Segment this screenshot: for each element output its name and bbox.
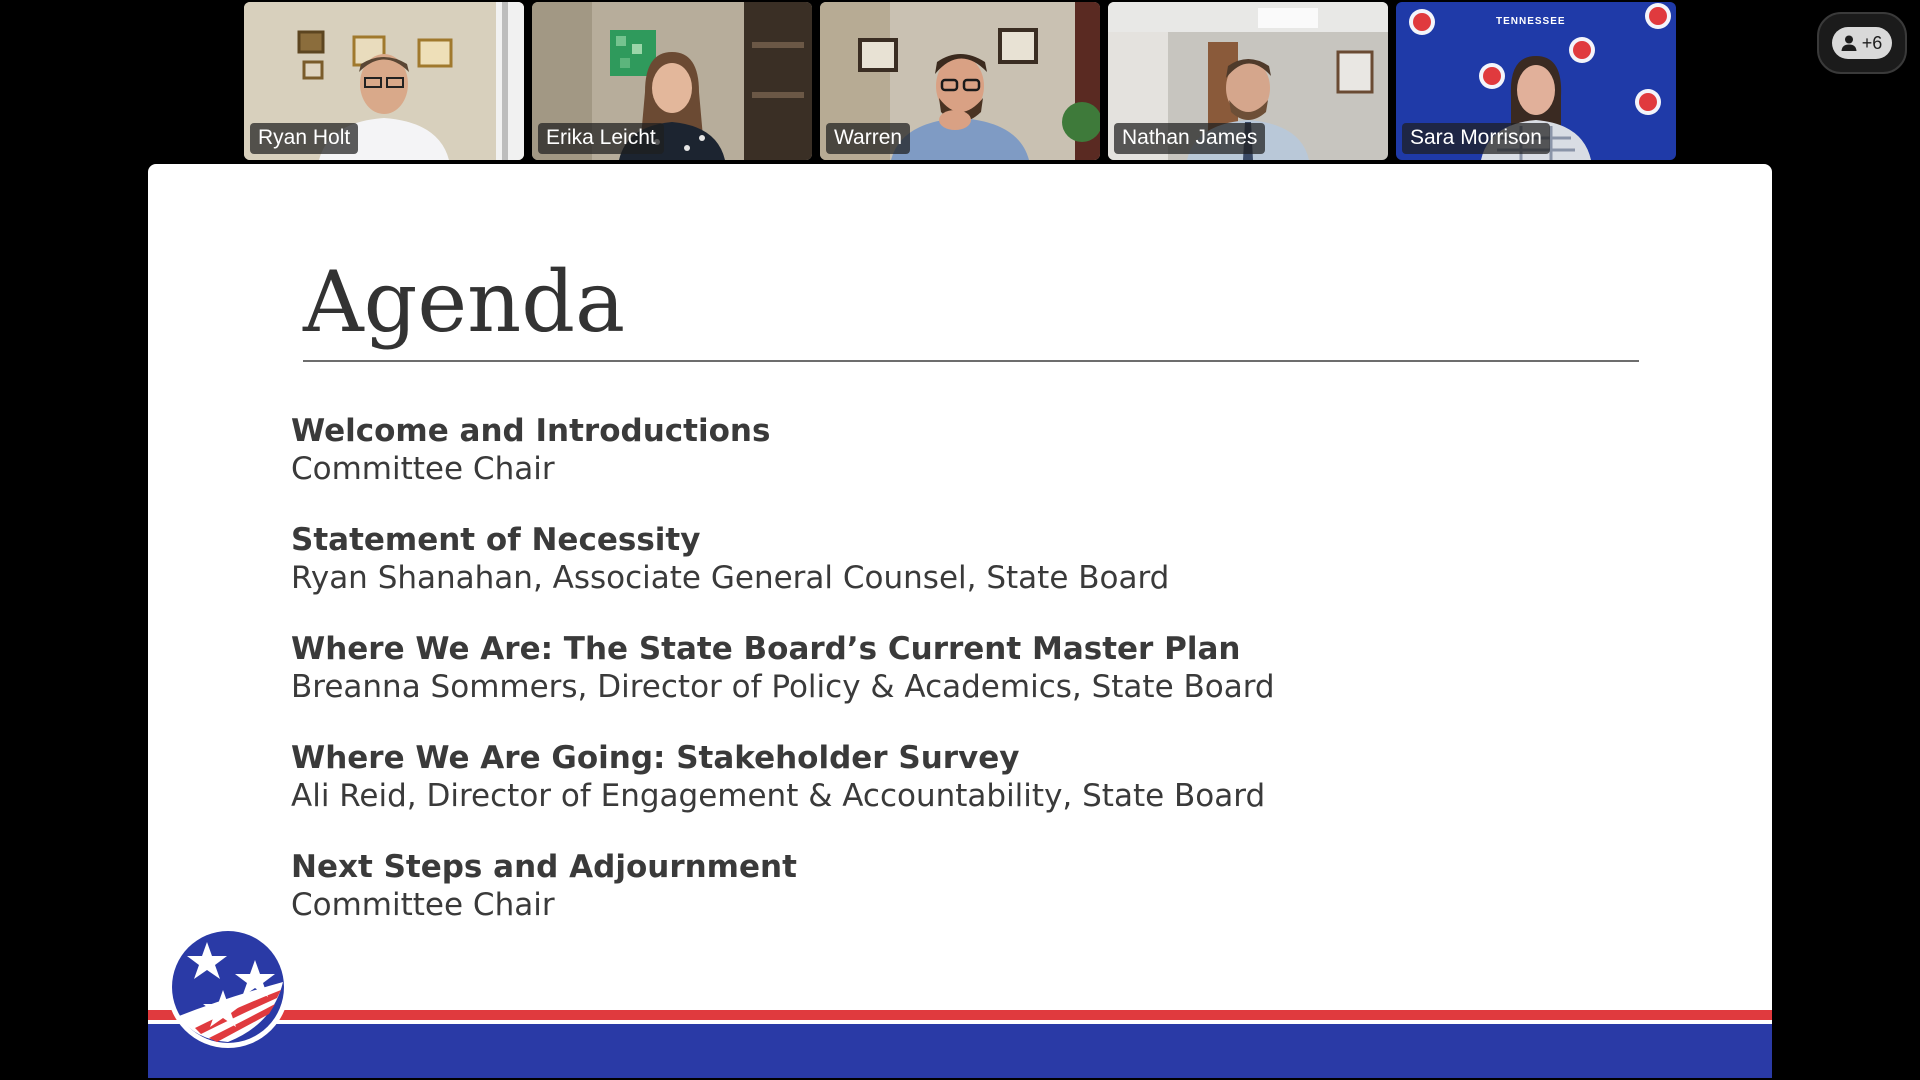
more-participants-count: +6 — [1861, 32, 1883, 53]
slide-title: Agenda — [303, 253, 626, 351]
agenda-item: Where We Are Going: Stakeholder Survey A… — [291, 739, 1591, 815]
participant-tile-erika-leicht[interactable]: Erika Leicht — [532, 2, 812, 160]
agenda-item-heading: Where We Are: The State Board’s Current … — [291, 631, 1241, 667]
participant-tile-nathan-james[interactable]: Nathan James — [1108, 2, 1388, 160]
agenda-item: Where We Are: The State Board’s Current … — [291, 630, 1591, 706]
footer-red-stripe — [148, 1010, 1772, 1020]
participant-name: Sara Morrison — [1402, 123, 1550, 154]
agenda-item-presenter: Ali Reid, Director of Engagement & Accou… — [291, 778, 1266, 814]
participant-name: Nathan James — [1114, 123, 1266, 154]
tennessee-tristar-icon — [167, 926, 289, 1048]
agenda-item: Next Steps and Adjournment Committee Cha… — [291, 848, 1591, 924]
agenda-item-presenter: Committee Chair — [291, 887, 555, 923]
agenda-list: Welcome and Introductions Committee Chai… — [291, 412, 1591, 957]
participant-tile-warren[interactable]: Warren — [820, 2, 1100, 160]
participant-tile-ryan-holt[interactable]: Ryan Holt — [244, 2, 524, 160]
agenda-item-heading: Where We Are Going: Stakeholder Survey — [291, 740, 1020, 776]
title-divider — [303, 360, 1639, 362]
agenda-item-heading: Welcome and Introductions — [291, 413, 771, 449]
participant-strip: Ryan Holt Erika Leicht Warren Nathan Jam… — [244, 2, 1676, 160]
person-icon — [1841, 35, 1857, 51]
participant-tile-sara-morrison[interactable]: TENNESSEE Sara Morrison — [1396, 2, 1676, 160]
more-participants-button[interactable]: +6 — [1817, 12, 1907, 74]
meeting-stage: Ryan Holt Erika Leicht Warren Nathan Jam… — [0, 0, 1920, 1080]
agenda-item-presenter: Ryan Shanahan, Associate General Counsel… — [291, 560, 1170, 596]
participant-name: Ryan Holt — [250, 123, 359, 154]
shared-slide: Agenda Welcome and Introductions Committ… — [148, 164, 1772, 1078]
agenda-item-heading: Statement of Necessity — [291, 522, 701, 558]
participant-name: Erika Leicht — [538, 123, 664, 154]
agenda-item-heading: Next Steps and Adjournment — [291, 849, 797, 885]
agenda-item: Welcome and Introductions Committee Chai… — [291, 412, 1591, 488]
footer-blue-band — [148, 1024, 1772, 1078]
participant-name: Warren — [826, 123, 911, 154]
agenda-item-presenter: Committee Chair — [291, 451, 555, 487]
backdrop-wordmark: TENNESSEE — [1496, 16, 1566, 27]
agenda-item-presenter: Breanna Sommers, Director of Policy & Ac… — [291, 669, 1275, 705]
more-participants-pill: +6 — [1831, 27, 1893, 59]
agenda-item: Statement of Necessity Ryan Shanahan, As… — [291, 521, 1591, 597]
